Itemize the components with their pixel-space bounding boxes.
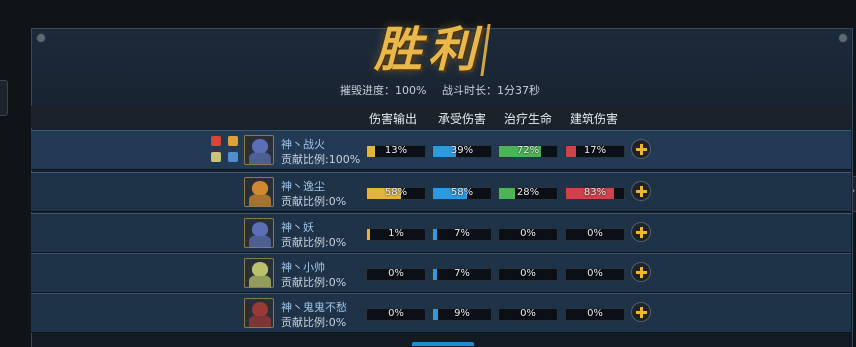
column-healing: 治疗生命: [504, 112, 553, 126]
damage-taken-value: 9%: [454, 308, 470, 319]
add-friend-button[interactable]: [631, 181, 651, 201]
damage-taken-bar: 7%: [432, 228, 492, 241]
player-name: 神丶战火: [281, 138, 325, 151]
damage-output-value: 0%: [388, 308, 404, 319]
add-friend-button[interactable]: [631, 262, 651, 282]
damage-taken-value: 39%: [450, 145, 474, 156]
building-damage-value: 0%: [587, 308, 603, 319]
damage-output-value: 13%: [384, 145, 408, 156]
building-damage-value: 0%: [587, 268, 603, 279]
player-name: 神丶鬼鬼不愁: [281, 301, 347, 314]
damage-output-value: 0%: [388, 268, 404, 279]
heart-medal-icon: [211, 136, 221, 146]
building-damage-bar: 0%: [565, 228, 625, 241]
victory-title: 胜利: [373, 22, 482, 78]
player-row: 神丶战火贡献比例:100% 13% 39% 72% 17%: [31, 130, 851, 170]
player-row: 神丶小帅贡献比例:0% 0% 7% 0% 0%: [31, 253, 851, 293]
player-contribution: 贡献比例:100%: [281, 153, 361, 166]
damage-output-bar: 0%: [366, 268, 426, 281]
healing-bar: 0%: [498, 228, 558, 241]
damage-output-value: 58%: [384, 187, 408, 198]
healing-bar: 0%: [498, 268, 558, 281]
healing-bar: 0%: [498, 308, 558, 321]
player-contribution: 贡献比例:0%: [281, 316, 347, 329]
column-damage-output: 伤害输出: [369, 112, 418, 126]
add-friend-button[interactable]: [631, 302, 651, 322]
building-damage-value: 17%: [583, 145, 607, 156]
damage-taken-value: 58%: [450, 187, 474, 198]
player-name: 神丶小帅: [281, 261, 325, 274]
hero-avatar[interactable]: [244, 218, 274, 248]
damage-taken-bar: 58%: [432, 187, 492, 200]
damage-output-bar: 13%: [366, 145, 426, 158]
hero-avatar[interactable]: [244, 258, 274, 288]
building-damage-bar: 0%: [565, 268, 625, 281]
healing-value: 72%: [516, 145, 540, 156]
hero-avatar[interactable]: [244, 298, 274, 328]
column-building-damage: 建筑伤害: [570, 112, 619, 126]
hero-portrait-icon: [252, 139, 268, 153]
player-name: 神丶妖: [281, 221, 314, 234]
hero-body-icon: [249, 275, 271, 287]
building-damage-value: 0%: [587, 228, 603, 239]
damage-taken-bar: 9%: [432, 308, 492, 321]
title-area: 胜利: [0, 10, 856, 80]
battle-summary: 摧毁进度：100% 战斗时长：1分37秒: [0, 82, 856, 98]
player-name: 神丶逸尘: [281, 180, 325, 193]
damage-output-bar: 1%: [366, 228, 426, 241]
player-row: 神丶逸尘贡献比例:0% 58% 58% 28% 83%: [31, 172, 851, 212]
player-row: 神丶鬼鬼不愁 贡献比例:0% 0% 9% 0% 0%: [31, 293, 851, 333]
building-damage-value: 83%: [583, 187, 607, 198]
damage-output-bar: 0%: [366, 308, 426, 321]
healing-value: 28%: [516, 187, 540, 198]
damage-output-value: 1%: [388, 228, 404, 239]
hero-portrait-icon: [252, 262, 268, 276]
hero-body-icon: [249, 194, 271, 206]
column-damage-taken: 承受伤害: [438, 112, 487, 126]
sword-medal-icon: [211, 152, 221, 162]
healing-value: 0%: [520, 228, 536, 239]
hero-avatar[interactable]: [244, 135, 274, 165]
building-damage-bar: 83%: [565, 187, 625, 200]
hero-body-icon: [249, 152, 271, 164]
player-contribution: 贡献比例:0%: [281, 276, 347, 289]
hero-body-icon: [249, 315, 271, 327]
building-damage-bar: 17%: [565, 145, 625, 158]
player-contribution: 贡献比例:0%: [281, 236, 347, 249]
add-friend-button[interactable]: [631, 139, 651, 159]
shield-medal-icon: [228, 152, 238, 162]
damage-taken-bar: 7%: [432, 268, 492, 281]
hero-body-icon: [249, 235, 271, 247]
healing-value: 0%: [520, 268, 536, 279]
hero-portrait-icon: [252, 222, 268, 236]
hero-portrait-icon: [252, 302, 268, 316]
player-row: 神丶妖贡献比例:0% 1% 7% 0% 0%: [31, 213, 851, 253]
crown-medal-icon: [228, 136, 238, 146]
building-damage-bar: 0%: [565, 308, 625, 321]
destroy-progress: 摧毁进度：100%: [340, 84, 427, 97]
add-friend-button[interactable]: [631, 222, 651, 242]
damage-taken-value: 7%: [454, 268, 470, 279]
damage-taken-value: 7%: [454, 228, 470, 239]
bottom-tab-indicator[interactable]: [412, 342, 474, 346]
hero-avatar[interactable]: [244, 177, 274, 207]
damage-taken-bar: 39%: [432, 145, 492, 158]
player-contribution: 贡献比例:0%: [281, 195, 347, 208]
healing-value: 0%: [520, 308, 536, 319]
healing-bar: 28%: [498, 187, 558, 200]
battle-duration: 战斗时长：1分37秒: [441, 84, 540, 97]
healing-bar: 72%: [498, 145, 558, 158]
damage-output-bar: 58%: [366, 187, 426, 200]
hero-portrait-icon: [252, 181, 268, 195]
